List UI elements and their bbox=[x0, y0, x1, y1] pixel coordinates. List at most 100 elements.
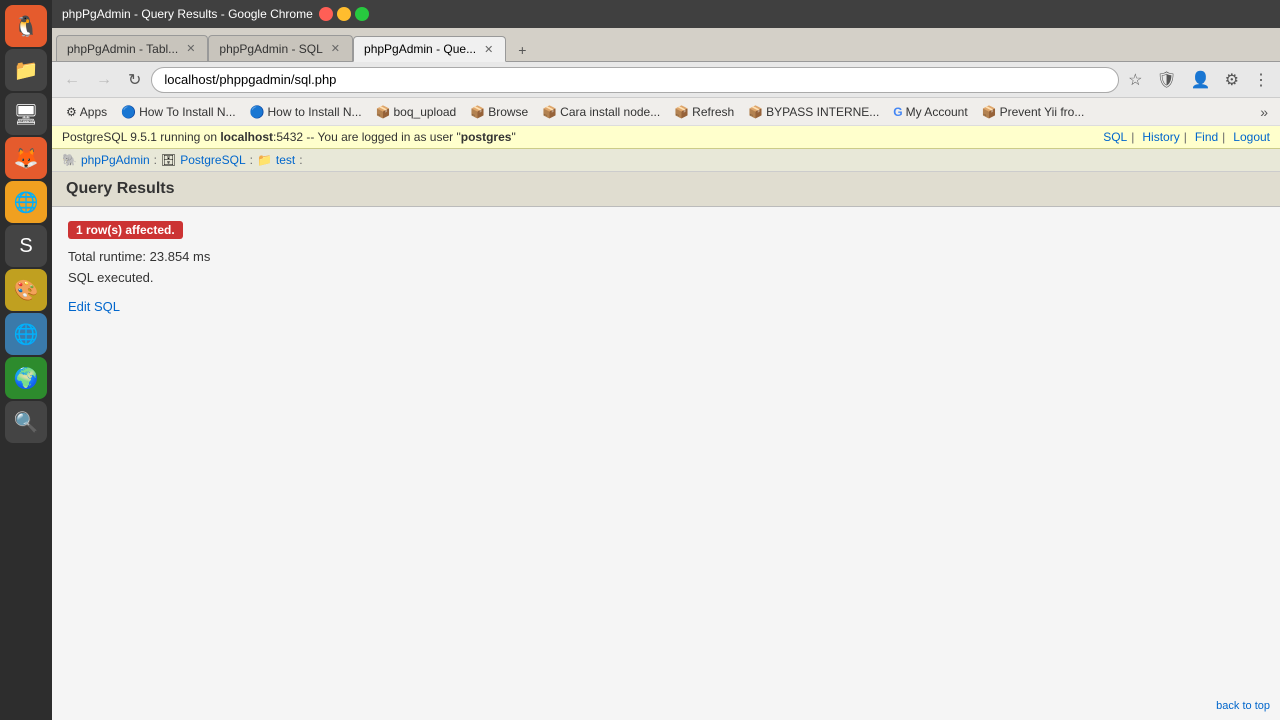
bookmark-cara[interactable]: 📦 Cara install node... bbox=[536, 103, 666, 121]
new-tab-button[interactable]: + bbox=[508, 39, 536, 61]
sidebar-terminal[interactable]: 🖥 bbox=[5, 93, 47, 135]
window-close-button[interactable] bbox=[319, 7, 333, 21]
tab-2[interactable]: phpPgAdmin - Que... ✕ bbox=[353, 36, 506, 62]
bookmark-bypass-label: BYPASS INTERNE... bbox=[766, 105, 879, 119]
bookmark-yii[interactable]: 📦 Prevent Yii fro... bbox=[976, 103, 1091, 121]
breadcrumb-sep-3: : bbox=[299, 153, 302, 167]
pg-statusbar: PostgreSQL 9.5.1 running on localhost:54… bbox=[52, 126, 1280, 149]
nav-sep-3: | bbox=[1222, 130, 1225, 144]
pg-login-text: -- You are logged in as user " bbox=[303, 130, 461, 144]
bookmark-yii-label: Prevent Yii fro... bbox=[1000, 105, 1085, 119]
menu-button[interactable]: ⋮ bbox=[1248, 67, 1274, 93]
tab-1[interactable]: phpPgAdmin - SQL ✕ bbox=[208, 35, 353, 61]
bookmark-how-to-2[interactable]: 🔵 How to Install N... bbox=[244, 103, 368, 121]
bookmark-star-button[interactable]: ☆ bbox=[1123, 67, 1147, 93]
bookmark-boq[interactable]: 📦 boq_upload bbox=[370, 103, 463, 121]
sidebar-ubuntu[interactable]: 🐧 bbox=[5, 5, 47, 47]
bookmark-icon-8: G bbox=[893, 105, 902, 119]
sidebar: 🐧 📁 🖥 🦊 🌐 S 🎨 🌐 🌍 🔍 bbox=[0, 0, 52, 720]
bookmark-icon-9: 📦 bbox=[982, 105, 997, 119]
bookmark-icon-5: 📦 bbox=[542, 105, 557, 119]
pg-quote-close: " bbox=[511, 130, 515, 144]
bookmark-apps-label: Apps bbox=[80, 105, 107, 119]
back-button[interactable]: ← bbox=[58, 67, 86, 93]
nav-sep-2: | bbox=[1184, 130, 1187, 144]
breadcrumb-sep-1: : bbox=[154, 153, 157, 167]
extensions-button[interactable]: ⚙ bbox=[1220, 67, 1244, 93]
bookmark-how-to-1[interactable]: 🔵 How To Install N... bbox=[115, 103, 241, 121]
bookmark-google[interactable]: G My Account bbox=[887, 103, 973, 121]
bookmark-icon-4: 📦 bbox=[470, 105, 485, 119]
tab-0-close[interactable]: ✕ bbox=[184, 42, 197, 55]
profile-button[interactable]: 👤 bbox=[1186, 67, 1216, 93]
refresh-button[interactable]: ↻ bbox=[122, 66, 147, 94]
logout-link[interactable]: Logout bbox=[1233, 130, 1270, 144]
sidebar-chromium[interactable]: 🌐 bbox=[5, 181, 47, 223]
window-min-button[interactable] bbox=[337, 7, 351, 21]
pg-status-text: PostgreSQL 9.5.1 running on localhost:54… bbox=[62, 130, 516, 144]
bookmarks-more-button[interactable]: » bbox=[1256, 102, 1272, 122]
breadcrumb-postgresql[interactable]: PostgreSQL bbox=[180, 153, 245, 167]
window-controls bbox=[319, 7, 369, 21]
apps-icon: ⚙ bbox=[66, 105, 77, 119]
breadcrumb-test[interactable]: test bbox=[276, 153, 295, 167]
bookmark-icon-1: 🔵 bbox=[121, 105, 136, 119]
tab-2-label: phpPgAdmin - Que... bbox=[364, 42, 476, 56]
sql-link[interactable]: SQL bbox=[1103, 130, 1127, 144]
address-bar[interactable] bbox=[151, 67, 1119, 93]
bookmark-bypass[interactable]: 📦 BYPASS INTERNE... bbox=[742, 103, 885, 121]
bookmark-icon-3: 📦 bbox=[376, 105, 391, 119]
breadcrumb-sep-2: : bbox=[250, 153, 253, 167]
back-to-top-link[interactable]: back to top bbox=[1216, 700, 1270, 712]
forward-button[interactable]: → bbox=[90, 67, 118, 93]
tabbar: phpPgAdmin - Tabl... ✕ phpPgAdmin - SQL … bbox=[52, 28, 1280, 62]
nav-icons: ☆ 🛡 👤 ⚙ ⋮ bbox=[1123, 67, 1274, 93]
sidebar-files[interactable]: 📁 bbox=[5, 49, 47, 91]
tab-1-close[interactable]: ✕ bbox=[329, 42, 342, 55]
titlebar: phpPgAdmin - Query Results - Google Chro… bbox=[52, 0, 1280, 28]
breadcrumb-db-icon: 🗄 bbox=[161, 153, 176, 167]
runtime-text: Total runtime: 23.854 ms bbox=[68, 249, 1264, 264]
pg-host: localhost bbox=[220, 130, 273, 144]
shield-button[interactable]: 🛡 bbox=[1151, 67, 1181, 93]
bookmarks-bar: ⚙ Apps 🔵 How To Install N... 🔵 How to In… bbox=[52, 98, 1280, 126]
bookmark-cara-label: Cara install node... bbox=[560, 105, 660, 119]
bookmark-apps[interactable]: ⚙ Apps bbox=[60, 103, 113, 121]
bookmark-browse-label: Browse bbox=[488, 105, 528, 119]
page-content: PostgreSQL 9.5.1 running on localhost:54… bbox=[52, 126, 1280, 720]
bookmark-how-to-1-label: How To Install N... bbox=[139, 105, 235, 119]
sidebar-gimp[interactable]: 🎨 bbox=[5, 269, 47, 311]
breadcrumb-schema-icon: 📁 bbox=[257, 153, 272, 167]
executed-text: SQL executed. bbox=[68, 270, 1264, 285]
sidebar-search[interactable]: 🔍 bbox=[5, 401, 47, 443]
query-results-title: Query Results bbox=[66, 180, 174, 197]
navbar: ← → ↻ ☆ 🛡 👤 ⚙ ⋮ bbox=[52, 62, 1280, 98]
sidebar-sublime[interactable]: S bbox=[5, 225, 47, 267]
edit-sql-link[interactable]: Edit SQL bbox=[68, 299, 120, 314]
affected-badge: 1 row(s) affected. bbox=[68, 221, 183, 239]
tab-1-label: phpPgAdmin - SQL bbox=[219, 42, 322, 56]
bookmark-icon-6: 📦 bbox=[674, 105, 689, 119]
sidebar-firefox[interactable]: 🦊 bbox=[5, 137, 47, 179]
breadcrumb-phppgadmin[interactable]: phpPgAdmin bbox=[81, 153, 150, 167]
tab-0-label: phpPgAdmin - Tabl... bbox=[67, 42, 178, 56]
bookmark-google-label: My Account bbox=[906, 105, 968, 119]
query-results-heading: Query Results bbox=[52, 172, 1280, 207]
bookmark-refresh-label: Refresh bbox=[692, 105, 734, 119]
history-link[interactable]: History bbox=[1142, 130, 1179, 144]
window-max-button[interactable] bbox=[355, 7, 369, 21]
pg-port: :5432 bbox=[273, 130, 303, 144]
pg-user: postgres bbox=[461, 130, 512, 144]
tab-2-close[interactable]: ✕ bbox=[482, 43, 495, 56]
tab-0[interactable]: phpPgAdmin - Tabl... ✕ bbox=[56, 35, 208, 61]
bookmark-how-to-2-label: How to Install N... bbox=[268, 105, 362, 119]
bookmark-icon-2: 🔵 bbox=[250, 105, 265, 119]
titlebar-title: phpPgAdmin - Query Results - Google Chro… bbox=[62, 7, 313, 21]
bookmark-boq-label: boq_upload bbox=[394, 105, 457, 119]
bookmark-browse[interactable]: 📦 Browse bbox=[464, 103, 534, 121]
sidebar-browser2[interactable]: 🌍 bbox=[5, 357, 47, 399]
pg-version-text: PostgreSQL 9.5.1 running on bbox=[62, 130, 220, 144]
find-link[interactable]: Find bbox=[1195, 130, 1218, 144]
bookmark-refresh[interactable]: 📦 Refresh bbox=[668, 103, 740, 121]
sidebar-browser1[interactable]: 🌐 bbox=[5, 313, 47, 355]
